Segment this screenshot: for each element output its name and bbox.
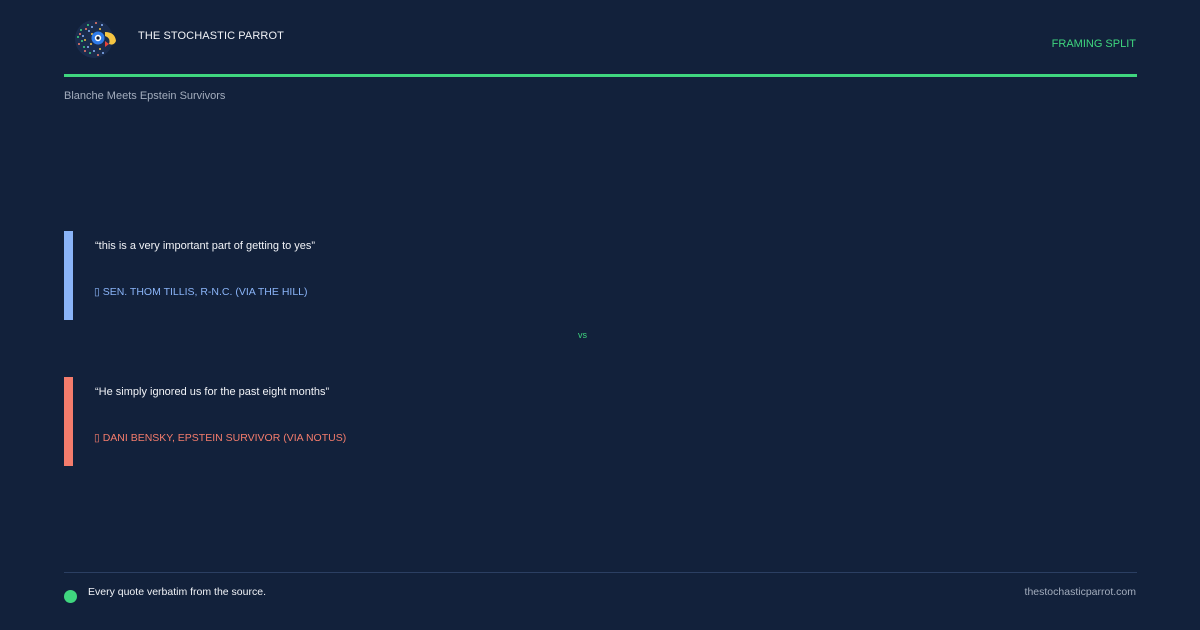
- quote-attribution: ▯ SEN. THOM TILLIS, R-N.C. (VIA THE HILL…: [94, 286, 308, 298]
- footer-note: Every quote verbatim from the source.: [88, 586, 266, 598]
- vs-label: vs: [578, 330, 587, 340]
- quote-card-tillis: “this is a very important part of gettin…: [64, 231, 584, 320]
- quote-card-bensky: “He simply ignored us for the past eight…: [64, 377, 584, 466]
- quote-text: “this is a very important part of gettin…: [95, 240, 316, 252]
- framing-split-card: THE STOCHASTIC PARROT FRAMING SPLIT Blan…: [0, 0, 1200, 630]
- quote-attribution: ▯ DANI BENSKY, EPSTEIN SURVIVOR (VIA NOT…: [94, 432, 347, 444]
- footer-divider: [64, 572, 1137, 573]
- quote-accent-bar: [64, 377, 73, 466]
- header-divider: [64, 74, 1137, 77]
- parrot-logo-icon: [75, 20, 116, 58]
- quote-text: “He simply ignored us for the past eight…: [95, 386, 330, 398]
- status-dot-icon: [64, 590, 77, 603]
- site-url[interactable]: thestochasticparrot.com: [1025, 586, 1136, 598]
- brand-name: THE STOCHASTIC PARROT: [138, 30, 284, 42]
- page-title: Blanche Meets Epstein Survivors: [64, 90, 226, 102]
- quote-accent-bar: [64, 231, 73, 320]
- framing-split-label: FRAMING SPLIT: [1051, 38, 1136, 50]
